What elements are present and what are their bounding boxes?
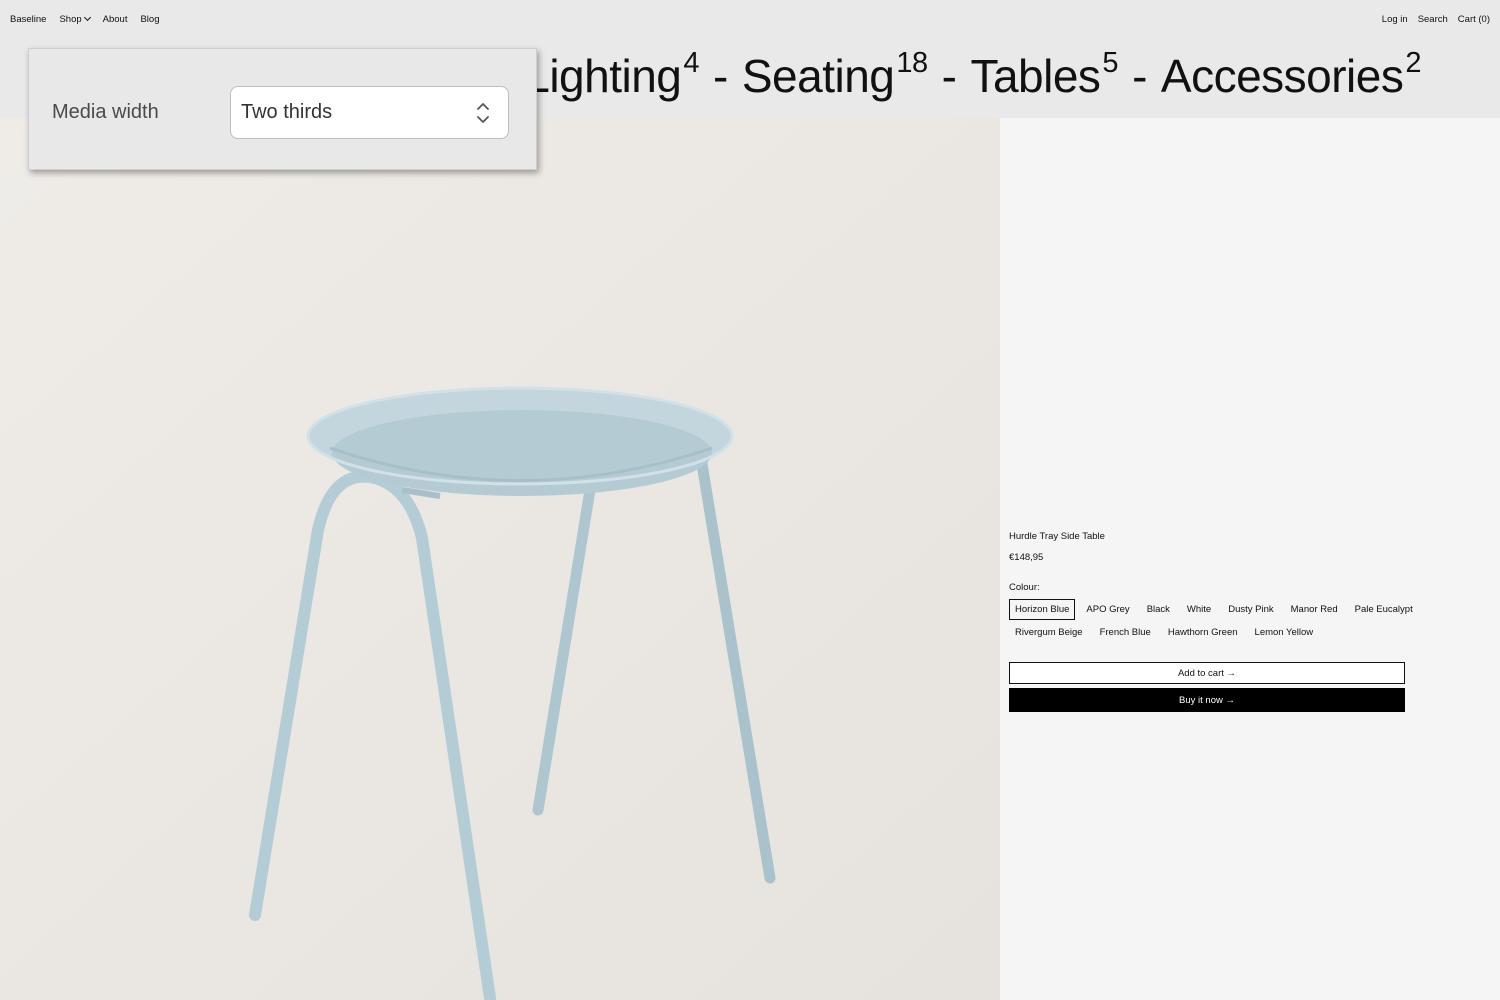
product-media[interactable] xyxy=(0,118,1000,1000)
colour-option-apo-grey[interactable]: APO Grey xyxy=(1080,599,1135,620)
collection-count: 4 xyxy=(683,47,700,79)
product-title: Hurdle Tray Side Table xyxy=(1009,531,1105,542)
product-info: Hurdle Tray Side Table €148,95 Colour: H… xyxy=(1009,531,1500,712)
nav-shop-label: Shop xyxy=(59,14,82,25)
select-updown-icon xyxy=(477,103,489,123)
chevron-down-icon xyxy=(83,13,91,22)
collection-name: Accessories xyxy=(1160,50,1404,102)
collection-separator: - xyxy=(713,50,728,102)
nav-blog-link[interactable]: Blog xyxy=(140,14,159,25)
media-width-label: Media width xyxy=(52,101,159,123)
media-width-popover: Media width Two thirds xyxy=(28,48,537,170)
collection-link-accessories[interactable]: Accessories 2 xyxy=(1161,46,1421,106)
collection-count: 2 xyxy=(1405,47,1421,79)
side-table-image xyxy=(0,118,1000,1000)
colour-option-pale-eucalypt[interactable]: Pale Eucalypt xyxy=(1349,599,1419,620)
collection-name: Seating xyxy=(741,50,895,102)
colour-option-lemon-yellow[interactable]: Lemon Yellow xyxy=(1249,622,1320,643)
colour-option-white[interactable]: White xyxy=(1181,599,1217,620)
colour-option-hawthorn-green[interactable]: Hawthorn Green xyxy=(1162,622,1244,643)
colour-option-manor-red[interactable]: Manor Red xyxy=(1285,599,1344,620)
search-link[interactable]: Search xyxy=(1418,14,1448,25)
collection-link-seating[interactable]: Seating 18 xyxy=(742,46,928,106)
collection-name: Tables xyxy=(970,50,1101,102)
collection-count: 18 xyxy=(896,47,928,79)
buy-now-button[interactable]: Buy it now → xyxy=(1009,688,1405,712)
add-to-cart-button[interactable]: Add to cart → xyxy=(1009,662,1405,684)
media-width-value: Two thirds xyxy=(241,101,333,123)
nav-shop-link[interactable]: Shop xyxy=(59,13,91,25)
collection-separator: - xyxy=(941,50,957,102)
collection-count: 5 xyxy=(1102,47,1119,79)
nav-about-link[interactable]: About xyxy=(103,14,128,25)
colour-options: Horizon Blue APO Grey Black White Dusty … xyxy=(1009,599,1500,643)
colour-option-french-blue[interactable]: French Blue xyxy=(1094,622,1157,643)
product-price: €148,95 xyxy=(1009,552,1044,563)
primary-nav: Baseline Shop About Blog xyxy=(10,13,159,25)
login-link[interactable]: Log in xyxy=(1382,14,1408,25)
media-width-select[interactable]: Two thirds xyxy=(230,86,509,139)
collection-link-lighting[interactable]: Lighting 4 xyxy=(524,46,699,106)
collection-separator: - xyxy=(1132,50,1147,102)
colour-option-black[interactable]: Black xyxy=(1141,599,1176,620)
colour-option-rivergum-beige[interactable]: Rivergum Beige xyxy=(1009,622,1089,643)
cart-link[interactable]: Cart (0) xyxy=(1458,14,1490,25)
collection-name: Lighting xyxy=(524,50,682,102)
nav-home-link[interactable]: Baseline xyxy=(10,14,46,25)
colour-option-horizon-blue[interactable]: Horizon Blue xyxy=(1009,599,1076,620)
account-nav: Log in Search Cart (0) xyxy=(1382,14,1490,25)
colour-option-dusty-pink[interactable]: Dusty Pink xyxy=(1222,599,1279,620)
collection-link-tables[interactable]: Tables 5 xyxy=(970,46,1118,106)
colour-label: Colour: xyxy=(1009,582,1040,593)
